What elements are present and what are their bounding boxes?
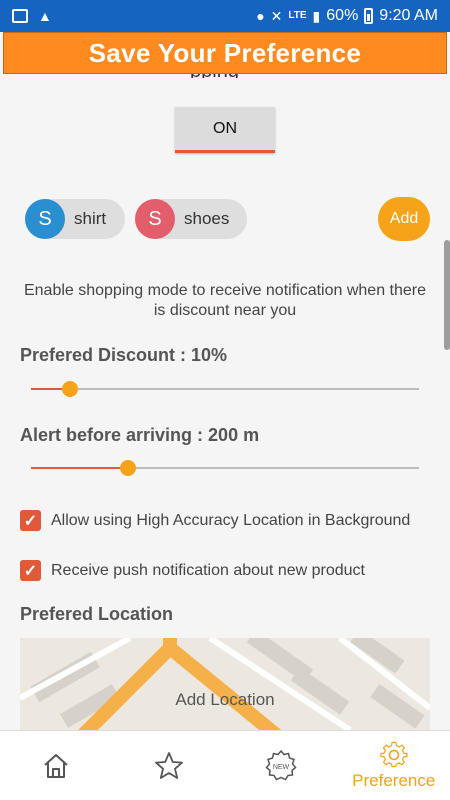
save-preference-button[interactable]: Save Your Preference bbox=[3, 32, 447, 74]
nav-new-products[interactable]: NEW bbox=[225, 731, 338, 800]
gallery-icon bbox=[12, 9, 28, 23]
wifi-icon: ▲ bbox=[38, 8, 52, 24]
push-notification-option[interactable]: ✓ Receive push notification about new pr… bbox=[20, 560, 365, 581]
battery-percent: 60% bbox=[326, 7, 359, 24]
add-keyword-button[interactable]: Add bbox=[378, 197, 430, 241]
home-icon bbox=[44, 754, 68, 778]
bottom-navigation: NEW Preference bbox=[0, 730, 450, 800]
nav-preference-label: Preference bbox=[352, 771, 436, 790]
star-icon bbox=[154, 752, 183, 779]
scroll-indicator[interactable] bbox=[444, 240, 450, 350]
prefered-location-title: Prefered Location bbox=[20, 604, 174, 624]
nav-favorites[interactable] bbox=[113, 731, 226, 800]
slider-fill bbox=[31, 467, 128, 469]
clock: 9:20 AM bbox=[379, 7, 438, 24]
location-icon: ● bbox=[256, 8, 265, 24]
chip-label: shirt bbox=[74, 209, 107, 228]
alert-distance-slider[interactable] bbox=[31, 458, 419, 478]
new-badge-icon: NEW bbox=[265, 749, 297, 781]
chip-shirt[interactable]: S shirt bbox=[25, 199, 125, 239]
alert-distance-label: Alert before arriving : 200 m bbox=[20, 425, 260, 445]
network-type: LTE bbox=[288, 10, 307, 21]
slider-track bbox=[31, 388, 419, 390]
gear-icon bbox=[380, 741, 408, 768]
chip-shoes[interactable]: S shoes bbox=[135, 199, 247, 239]
shopping-mode-description: Enable shopping mode to receive notifica… bbox=[23, 282, 427, 319]
mute-icon: ✕ bbox=[270, 7, 283, 24]
high-accuracy-checkbox[interactable]: ✓ bbox=[20, 510, 41, 531]
high-accuracy-label: Allow using High Accuracy Location in Ba… bbox=[51, 511, 411, 529]
battery-icon bbox=[364, 8, 374, 24]
chip-avatar: S bbox=[135, 199, 175, 239]
add-location-label[interactable]: Add Location bbox=[20, 690, 430, 710]
discount-label: Prefered Discount : 10% bbox=[20, 345, 228, 365]
discount-slider[interactable] bbox=[31, 379, 419, 399]
slider-thumb[interactable] bbox=[120, 460, 136, 476]
push-notification-label: Receive push notification about new prod… bbox=[51, 561, 365, 579]
push-notification-checkbox[interactable]: ✓ bbox=[20, 560, 41, 581]
high-accuracy-location-option[interactable]: ✓ Allow using High Accuracy Location in … bbox=[20, 510, 410, 531]
nav-home[interactable] bbox=[0, 731, 113, 800]
chip-avatar: S bbox=[25, 199, 65, 239]
chip-label: shoes bbox=[184, 209, 230, 228]
signal-icon: ▮ bbox=[312, 7, 321, 24]
location-map[interactable]: Add Location bbox=[20, 638, 430, 730]
shopping-mode-toggle[interactable]: ON bbox=[175, 107, 275, 153]
status-bar: ▲ ● ✕ LTE ▮ 60% 9:20 AM bbox=[0, 0, 450, 32]
new-badge-text: NEW bbox=[273, 764, 290, 771]
slider-thumb[interactable] bbox=[61, 381, 78, 397]
map-background bbox=[20, 638, 430, 730]
nav-preference[interactable]: Preference bbox=[338, 731, 450, 800]
